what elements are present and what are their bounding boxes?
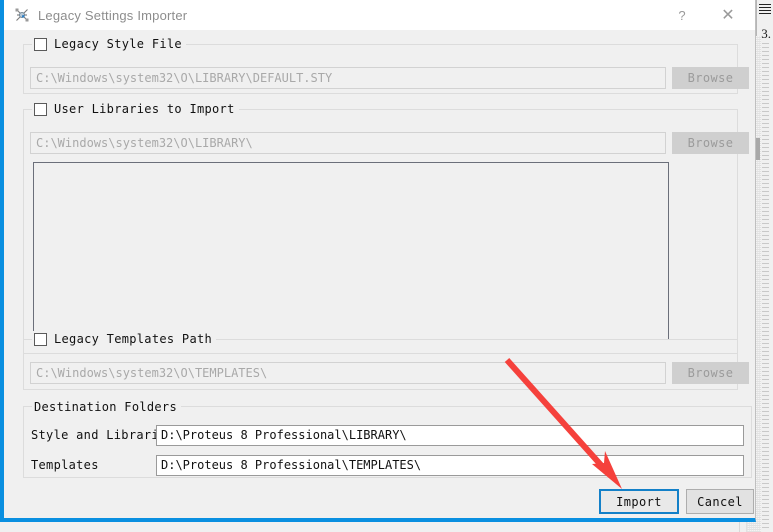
checkbox-user-libraries-to-import[interactable] [34, 102, 47, 116]
legacy-settings-importer-dialog: Legacy Settings Importer ? ✕ Legacy Styl… [0, 0, 756, 522]
cancel-button[interactable]: Cancel [686, 489, 754, 514]
close-icon[interactable]: ✕ [709, 0, 747, 30]
user-libraries-listbox[interactable] [33, 162, 669, 340]
legacy-style-file-path-input[interactable]: C:\Windows\system32\O\LIBRARY\DEFAULT.ST… [30, 67, 666, 89]
group-legacy-templates-path-legend: Legacy Templates Path [32, 331, 217, 347]
background-dot-grid [762, 40, 769, 528]
import-button[interactable]: Import [599, 489, 679, 514]
group-destination-folders-legend: Destination Folders [32, 399, 181, 415]
templates-input[interactable]: D:\Proteus 8 Professional\TEMPLATES\ [156, 455, 744, 476]
background-list-icon [759, 2, 771, 16]
label-templates: Templates [31, 458, 99, 472]
proteus-app-icon [14, 7, 30, 23]
label-style-and-libraries: Style and Libraries [31, 428, 174, 442]
checkbox-legacy-style-file[interactable] [34, 37, 47, 51]
style-and-libraries-input[interactable]: D:\Proteus 8 Professional\LIBRARY\ [156, 425, 744, 446]
dialog-titlebar[interactable]: Legacy Settings Importer ? ✕ [4, 0, 755, 30]
help-icon[interactable]: ? [663, 0, 701, 30]
group-legacy-style-file-legend: Legacy Style File [32, 36, 186, 52]
dialog-title: Legacy Settings Importer [38, 7, 188, 23]
group-user-libraries-legend: User Libraries to Import [32, 101, 239, 117]
background-divider [756, 0, 757, 36]
group-legacy-style-file-label: Legacy Style File [54, 37, 182, 51]
legacy-style-file-browse-button[interactable]: Browse [672, 67, 749, 89]
user-libraries-browse-button[interactable]: Browse [672, 132, 749, 154]
group-destination-folders-label: Destination Folders [34, 400, 177, 414]
user-libraries-path-input[interactable]: C:\Windows\system32\O\LIBRARY\ [30, 132, 666, 154]
dialog-body: Legacy Style File C:\Windows\system32\O\… [4, 30, 755, 518]
background-label: 3. [761, 26, 771, 41]
group-user-libraries-label: User Libraries to Import [54, 102, 235, 116]
group-legacy-templates-path-label: Legacy Templates Path [54, 332, 213, 346]
legacy-templates-path-input[interactable]: C:\Windows\system32\O\TEMPLATES\ [30, 362, 666, 384]
legacy-templates-browse-button[interactable]: Browse [672, 362, 749, 384]
checkbox-legacy-templates-path[interactable] [34, 332, 47, 346]
